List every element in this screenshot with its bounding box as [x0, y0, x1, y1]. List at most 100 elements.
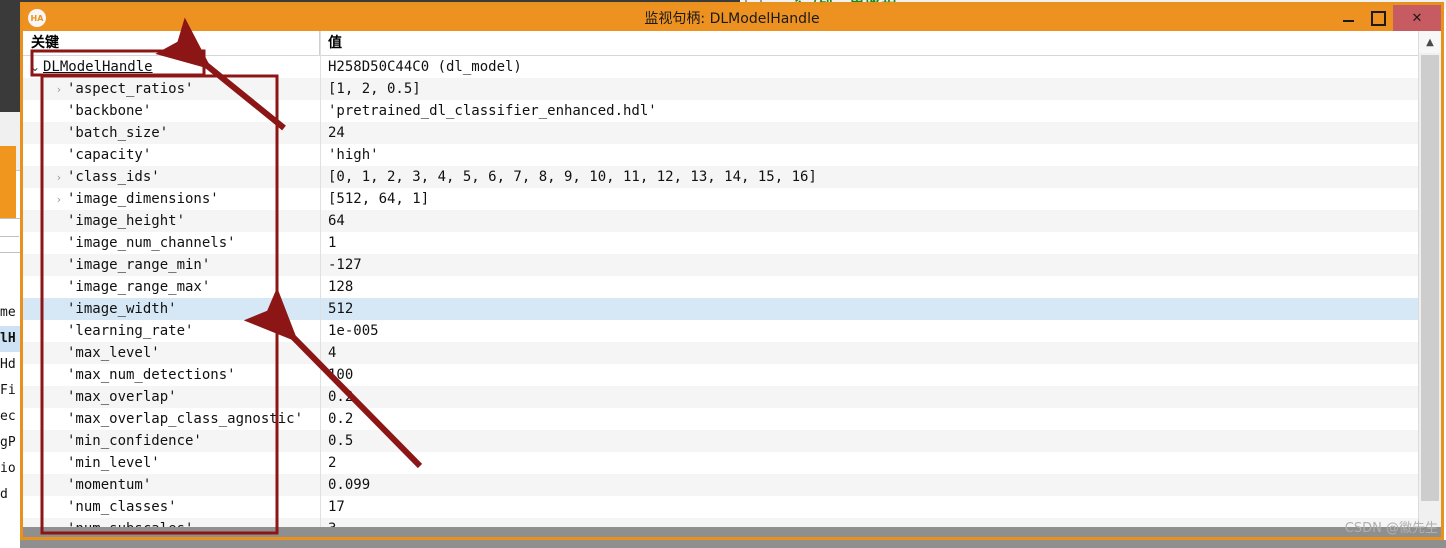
- table-row[interactable]: 'min_level' 2: [23, 452, 1441, 474]
- cell-key: 'image_range_max': [23, 279, 320, 295]
- cell-key: ⌄ DLModelHandle: [23, 59, 320, 75]
- key-label: 'max_level': [67, 345, 160, 361]
- key-label: 'image_height': [67, 213, 186, 229]
- watch-table: 关键 值 ⌄ DLModelHandle H258D50C44C0 (dl_mode…: [23, 31, 1441, 537]
- table-row[interactable]: 'image_num_channels' 1: [23, 232, 1441, 254]
- cell-value: 0.5: [328, 433, 354, 449]
- column-header-key[interactable]: 关键: [23, 31, 320, 55]
- cell-value: 0.2: [328, 411, 354, 427]
- cell-value: [0, 1, 2, 3, 4, 5, 6, 7, 8, 9, 10, 11, 1…: [328, 169, 817, 185]
- horizontal-scrollbar[interactable]: [23, 527, 1441, 537]
- cell-value: 1e-005: [328, 323, 379, 339]
- table-row[interactable]: 'num_classes' 17: [23, 496, 1441, 518]
- column-header-value[interactable]: 值: [320, 31, 1441, 55]
- cell-value: H258D50C44C0 (dl_model): [328, 59, 522, 75]
- close-button[interactable]: ✕: [1393, 5, 1441, 31]
- cell-value: [1, 2, 0.5]: [328, 81, 421, 97]
- table-row[interactable]: 'max_level' 4: [23, 342, 1441, 364]
- cell-value: -127: [328, 257, 362, 273]
- chevron-down-icon[interactable]: ⌄: [27, 60, 43, 74]
- cell-value: [512, 64, 1]: [328, 191, 430, 207]
- table-row[interactable]: 'image_range_min' -127: [23, 254, 1441, 276]
- cell-value: 100: [328, 367, 354, 383]
- cell-key: 'batch_size': [23, 125, 320, 141]
- maximize-icon: [1370, 10, 1386, 26]
- cell-value: 128: [328, 279, 354, 295]
- table-row[interactable]: 'image_width' 512: [23, 298, 1441, 320]
- watch-handle-window: HA 监视句柄: DLModelHandle ✕ 关键 值 ⌄ DLModelHa…: [20, 2, 1444, 540]
- column-separator: [320, 31, 321, 537]
- cell-value: 64: [328, 213, 345, 229]
- key-label: 'max_num_detections': [67, 367, 236, 383]
- table-row[interactable]: 'backbone' 'pretrained_dl_classifier_enha…: [23, 100, 1441, 122]
- vertical-scroll-thumb[interactable]: [1421, 55, 1439, 501]
- window-title: 监视句柄: DLModelHandle: [644, 11, 820, 27]
- cell-value: 'pretrained_dl_classifier_enhanced.hdl': [328, 103, 657, 119]
- key-label: 'image_dimensions': [67, 191, 219, 207]
- table-row[interactable]: ›'image_dimensions' [512, 64, 1]: [23, 188, 1441, 210]
- cell-value: 2: [328, 455, 337, 471]
- key-label: 'image_range_max': [67, 279, 211, 295]
- table-row[interactable]: 'max_num_detections' 100: [23, 364, 1441, 386]
- maximize-button[interactable]: [1363, 5, 1393, 31]
- key-label: DLModelHandle: [43, 59, 153, 75]
- table-row[interactable]: 'min_confidence' 0.5: [23, 430, 1441, 452]
- cell-value: 0.099: [328, 477, 371, 493]
- key-label: 'image_range_min': [67, 257, 211, 273]
- table-row[interactable]: 'batch_size' 24: [23, 122, 1441, 144]
- table-row[interactable]: 'max_overlap' 0.2: [23, 386, 1441, 408]
- key-label: 'capacity': [67, 147, 152, 163]
- chevron-right-icon[interactable]: ›: [51, 171, 67, 184]
- vertical-scrollbar[interactable]: ▲: [1418, 31, 1441, 537]
- cell-key: 'max_overlap': [23, 389, 320, 405]
- minimize-icon: [1342, 20, 1354, 22]
- scroll-up-button[interactable]: ▲: [1419, 31, 1441, 53]
- cell-key: 'max_overlap_class_agnostic': [23, 411, 320, 427]
- table-row[interactable]: 'learning_rate' 1e-005: [23, 320, 1441, 342]
- cell-value: 24: [328, 125, 345, 141]
- cell-value: 0.2: [328, 389, 354, 405]
- key-label: 'aspect_ratios': [67, 81, 194, 97]
- cell-key: 'image_width': [23, 301, 320, 317]
- table-row[interactable]: 'max_overlap_class_agnostic' 0.2: [23, 408, 1441, 430]
- key-label: 'learning_rate': [67, 323, 194, 339]
- cell-key: 'backbone': [23, 103, 320, 119]
- bottom-bar: [0, 540, 1446, 548]
- key-label: 'max_overlap_class_agnostic': [67, 411, 304, 427]
- key-label: 'class_ids': [67, 169, 160, 185]
- key-label: 'batch_size': [67, 125, 169, 141]
- table-row[interactable]: 'capacity' 'high': [23, 144, 1441, 166]
- key-label: 'max_overlap': [67, 389, 177, 405]
- cell-value: 'high': [328, 147, 379, 163]
- key-label: 'backbone': [67, 103, 152, 119]
- key-label: 'image_width': [67, 301, 177, 317]
- cell-key: 'image_height': [23, 213, 320, 229]
- key-label: 'momentum': [67, 477, 152, 493]
- chevron-right-icon[interactable]: ›: [51, 193, 67, 206]
- cell-key: 'image_range_min': [23, 257, 320, 273]
- cell-value: 1: [328, 235, 337, 251]
- table-row[interactable]: ›'class_ids' [0, 1, 2, 3, 4, 5, 6, 7, 8, …: [23, 166, 1441, 188]
- cell-value: 17: [328, 499, 345, 515]
- key-label: 'min_confidence': [67, 433, 202, 449]
- table-row[interactable]: 'momentum' 0.099: [23, 474, 1441, 496]
- table-header-row: 关键 值: [23, 31, 1441, 56]
- table-body: ⌄ DLModelHandle H258D50C44C0 (dl_model) ›'a…: [23, 56, 1441, 537]
- background-left-rule-2: [0, 236, 19, 237]
- table-row[interactable]: ⌄ DLModelHandle H258D50C44C0 (dl_model): [23, 56, 1441, 78]
- cell-key: ›'image_dimensions': [23, 191, 320, 207]
- window-title-bar[interactable]: HA 监视句柄: DLModelHandle ✕: [23, 5, 1441, 31]
- chevron-right-icon[interactable]: ›: [51, 83, 67, 96]
- table-row[interactable]: 'image_range_max' 128: [23, 276, 1441, 298]
- table-row[interactable]: 'image_height' 64: [23, 210, 1441, 232]
- cell-key: 'max_num_detections': [23, 367, 320, 383]
- table-row[interactable]: ›'aspect_ratios' [1, 2, 0.5]: [23, 78, 1441, 100]
- cell-key: 'momentum': [23, 477, 320, 493]
- cell-key: 'learning_rate': [23, 323, 320, 339]
- key-label: 'num_classes': [67, 499, 177, 515]
- screen: 行/列・思路程 melHHdFiecgPiod HA 监视句柄: DLModel…: [0, 0, 1446, 548]
- watermark: CSDN @徽先生: [1344, 521, 1438, 536]
- cell-value: 512: [328, 301, 354, 317]
- cell-value: 4: [328, 345, 337, 361]
- minimize-button[interactable]: [1333, 5, 1363, 31]
